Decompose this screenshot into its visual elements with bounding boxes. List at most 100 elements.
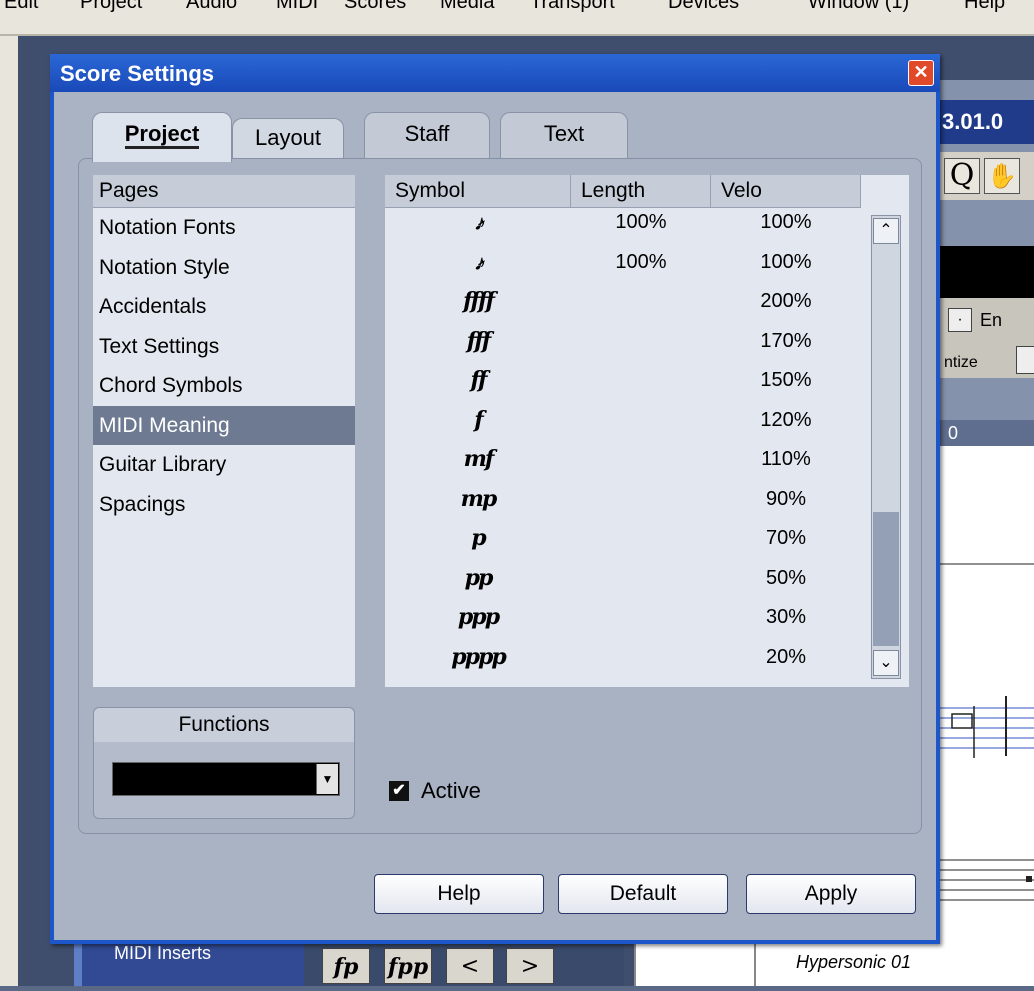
tab-panel: Pages Notation Fonts Notation Style Acci… bbox=[78, 158, 922, 834]
menu-transport[interactable]: Transport bbox=[530, 0, 615, 14]
score-area bbox=[940, 446, 1034, 986]
symbol-cell: f bbox=[474, 406, 483, 433]
app-info-line: · En ntize bbox=[940, 298, 1034, 378]
close-icon[interactable]: ✕ bbox=[908, 60, 934, 86]
table-row[interactable]: p 70% bbox=[385, 519, 861, 559]
quantize-tool-button[interactable]: Q bbox=[944, 158, 980, 194]
table-row[interactable]: fff 170% bbox=[385, 322, 861, 362]
menu-midi[interactable]: MIDI bbox=[276, 0, 318, 14]
tab-layout[interactable]: Layout bbox=[232, 118, 344, 158]
length-cell: 100% bbox=[615, 211, 667, 233]
table-row[interactable]: pppp 20% bbox=[385, 638, 861, 678]
help-button[interactable]: Help bbox=[374, 874, 544, 914]
functions-dropdown[interactable]: ▼ bbox=[112, 762, 340, 796]
table-row[interactable]: ff 150% bbox=[385, 361, 861, 401]
functions-group: Functions ▼ bbox=[93, 707, 355, 819]
menubar: Edit Project Audio MIDI Scores Media Tra… bbox=[0, 0, 1034, 36]
tab-text-label: Text bbox=[543, 121, 585, 146]
list-item[interactable]: Guitar Library bbox=[93, 445, 355, 485]
table-row[interactable]: 𝆔 100% 100% bbox=[385, 203, 861, 243]
tab-layout-label: Layout bbox=[254, 125, 322, 150]
menu-window[interactable]: Window (1) bbox=[808, 0, 909, 14]
tab-text[interactable]: Text bbox=[500, 112, 628, 158]
menu-help[interactable]: Help bbox=[964, 0, 1005, 14]
apply-button[interactable]: Apply bbox=[746, 874, 916, 914]
dialog-body: Project Layout Staff Text Pages Notation… bbox=[54, 92, 936, 940]
velo-cell: 150% bbox=[760, 369, 812, 391]
menu-project[interactable]: Project bbox=[80, 0, 142, 14]
app-ruler: 0 bbox=[940, 420, 1034, 446]
app-toolbar: Q ✋ bbox=[940, 152, 1034, 200]
active-label: Active bbox=[421, 778, 481, 803]
symbol-fpp-button[interactable]: fpp bbox=[384, 948, 432, 984]
tab-staff[interactable]: Staff bbox=[364, 112, 490, 158]
list-item[interactable]: Accidentals bbox=[93, 287, 355, 327]
symbol-cell: fff bbox=[466, 327, 491, 354]
midi-meaning-table: Symbol Length Velo 𝆔 100% 100% 𝆔 100% 100% f… bbox=[385, 175, 909, 687]
symbol-cell: mf bbox=[463, 446, 495, 472]
table-row[interactable]: mf 110% bbox=[385, 440, 861, 480]
table-row[interactable]: ppp 30% bbox=[385, 598, 861, 638]
table-row[interactable]: pp 50% bbox=[385, 559, 861, 599]
table-row[interactable]: 𝆔 100% 100% bbox=[385, 243, 861, 283]
list-item[interactable]: Notation Fonts bbox=[93, 208, 355, 248]
quantize-field[interactable] bbox=[1016, 346, 1034, 374]
functions-title: Functions bbox=[94, 708, 354, 742]
dot-button[interactable]: · bbox=[948, 308, 972, 332]
velo-cell: 170% bbox=[760, 329, 812, 352]
symbol-cell: 𝆔 bbox=[475, 209, 482, 235]
table-row[interactable]: ffff 200% bbox=[385, 282, 861, 322]
velo-cell: 90% bbox=[765, 487, 807, 510]
length-cell: 100% bbox=[615, 250, 667, 273]
dialog-titlebar[interactable]: Score Settings ✕ bbox=[50, 54, 940, 92]
symbol-cell: mp bbox=[460, 485, 498, 512]
menu-audio[interactable]: Audio bbox=[186, 0, 237, 14]
list-item[interactable]: Text Settings bbox=[93, 327, 355, 367]
hand-tool-icon[interactable]: ✋ bbox=[984, 158, 1020, 194]
list-item[interactable]: Spacings bbox=[93, 485, 355, 525]
menu-scores[interactable]: Scores bbox=[344, 0, 406, 14]
symbol-crescendo-button[interactable]: < bbox=[446, 948, 494, 984]
table-row[interactable]: f 120% bbox=[385, 401, 861, 441]
pages-header: Pages bbox=[93, 175, 355, 208]
velo-cell: 100% bbox=[760, 250, 812, 273]
midi-inserts-tab[interactable]: MIDI Inserts bbox=[74, 942, 304, 986]
tab-project[interactable]: Project bbox=[92, 112, 232, 162]
list-item[interactable]: Chord Symbols bbox=[93, 366, 355, 406]
velo-cell: 20% bbox=[765, 645, 807, 668]
symbol-cell: 𝆔 bbox=[475, 248, 482, 275]
table-row[interactable]: mp 90% bbox=[385, 480, 861, 520]
table-scrollbar[interactable]: ⌃ ⌄ bbox=[871, 215, 901, 679]
symbol-decrescendo-button[interactable]: > bbox=[506, 948, 554, 984]
velo-cell: 120% bbox=[760, 408, 812, 431]
symbol-fp-button[interactable]: fp bbox=[322, 948, 370, 984]
default-button[interactable]: Default bbox=[558, 874, 728, 914]
scroll-up-icon[interactable]: ⌃ bbox=[873, 218, 899, 244]
pages-list: Pages Notation Fonts Notation Style Acci… bbox=[93, 175, 355, 687]
symbol-cell: ppp bbox=[457, 604, 500, 630]
app-display-panel bbox=[940, 246, 1034, 298]
velo-cell: 70% bbox=[765, 527, 807, 549]
midi-inserts-label: MIDI Inserts bbox=[114, 943, 212, 963]
menu-edit[interactable]: Edit bbox=[4, 0, 38, 14]
symbol-cell: pp bbox=[464, 564, 494, 591]
list-item[interactable]: Notation Style bbox=[93, 248, 355, 288]
en-label: En bbox=[980, 310, 1003, 330]
symbol-cell: pppp bbox=[451, 643, 507, 670]
scroll-down-icon[interactable]: ⌄ bbox=[873, 650, 899, 676]
app-window-title-fragment: 3.01.0 bbox=[940, 100, 1034, 144]
menu-media[interactable]: Media bbox=[440, 0, 494, 14]
dialog-title: Score Settings bbox=[60, 61, 215, 86]
list-item-selected[interactable]: MIDI Meaning bbox=[93, 405, 355, 445]
score-settings-dialog: Score Settings ✕ Project Layout Staff Te… bbox=[50, 54, 940, 944]
chevron-down-icon[interactable]: ▼ bbox=[316, 764, 338, 794]
menu-devices[interactable]: Devices bbox=[668, 0, 739, 14]
quantize-label: ntize bbox=[944, 354, 978, 371]
velo-cell: 100% bbox=[760, 211, 812, 233]
tab-staff-label: Staff bbox=[404, 121, 450, 146]
scroll-thumb[interactable] bbox=[873, 512, 899, 646]
velo-cell: 50% bbox=[765, 566, 807, 589]
staff-lines bbox=[940, 563, 1034, 901]
instrument-label: Hypersonic 01 bbox=[796, 952, 912, 972]
active-checkbox[interactable]: ✔ bbox=[389, 781, 409, 801]
